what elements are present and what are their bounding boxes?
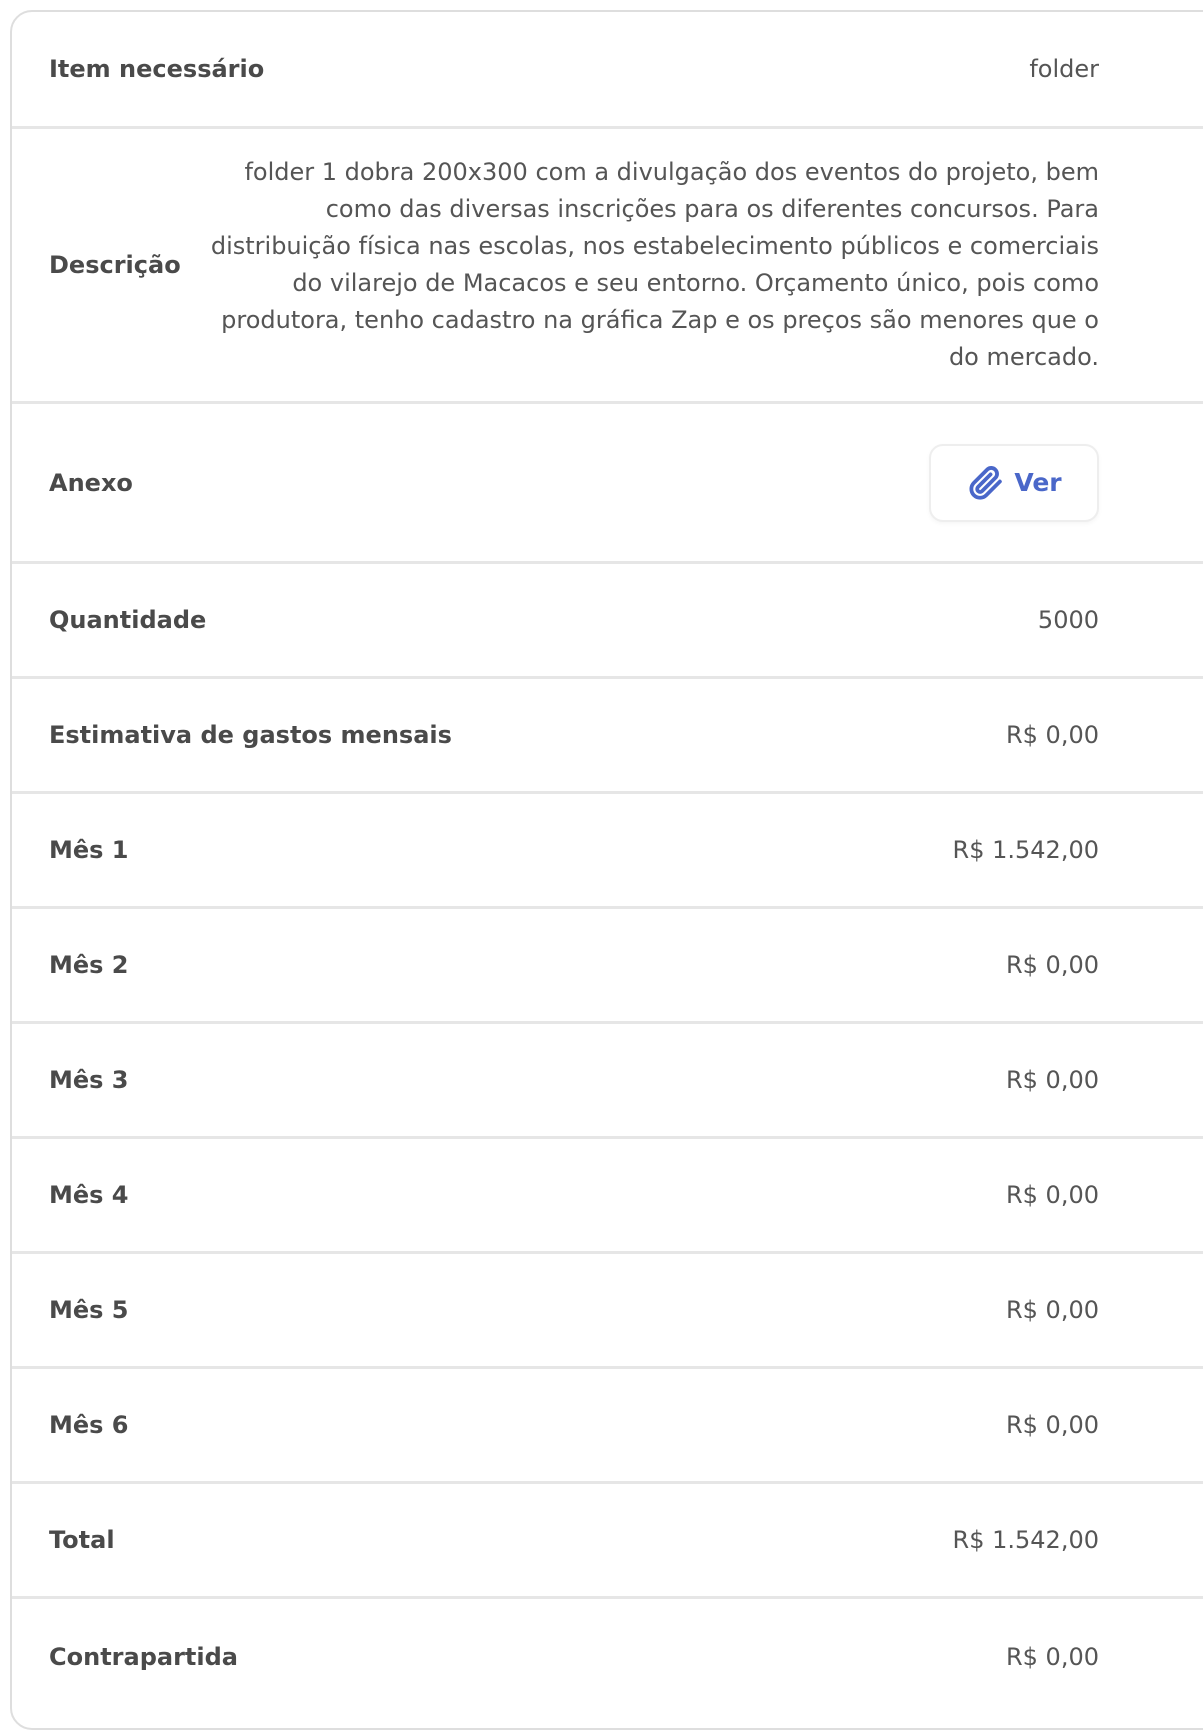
mes6-value: R$ 0,00 <box>1005 1411 1099 1439</box>
item-details-card: Item necessário folder Descrição folder … <box>10 10 1203 1730</box>
descricao-label: Descrição <box>49 251 181 279</box>
mes4-value: R$ 0,00 <box>1005 1181 1099 1209</box>
row-mes-1: Mês 1 R$ 1.542,00 <box>12 794 1203 909</box>
estimativa-label: Estimativa de gastos mensais <box>49 721 452 749</box>
view-attachment-button[interactable]: Ver <box>929 443 1099 522</box>
row-mes-4: Mês 4 R$ 0,00 <box>12 1139 1203 1254</box>
mes5-value: R$ 0,00 <box>1005 1296 1099 1324</box>
row-contrapartida: Contrapartida R$ 0,00 <box>12 1599 1203 1714</box>
row-mes-6: Mês 6 R$ 0,00 <box>12 1369 1203 1484</box>
row-mes-5: Mês 5 R$ 0,00 <box>12 1254 1203 1369</box>
row-mes-3: Mês 3 R$ 0,00 <box>12 1024 1203 1139</box>
descricao-value: folder 1 dobra 200x300 com a divulgação … <box>210 158 1099 371</box>
mes1-value: R$ 1.542,00 <box>952 836 1099 864</box>
estimativa-value: R$ 0,00 <box>1005 721 1099 749</box>
quantidade-label: Quantidade <box>49 606 207 634</box>
anexo-label: Anexo <box>49 468 133 497</box>
view-attachment-label: Ver <box>1014 468 1062 497</box>
mes4-label: Mês 4 <box>49 1181 129 1209</box>
mes3-value: R$ 0,00 <box>1005 1066 1099 1094</box>
mes3-label: Mês 3 <box>49 1066 129 1094</box>
row-item-necessario: Item necessário folder <box>12 12 1203 129</box>
mes2-label: Mês 2 <box>49 951 129 979</box>
paperclip-icon <box>969 465 1003 500</box>
mes6-label: Mês 6 <box>49 1411 129 1439</box>
row-estimativa: Estimativa de gastos mensais R$ 0,00 <box>12 679 1203 794</box>
contrapartida-label: Contrapartida <box>49 1642 238 1671</box>
mes2-value: R$ 0,00 <box>1005 951 1099 979</box>
row-total: Total R$ 1.542,00 <box>12 1484 1203 1599</box>
item-label: Item necessário <box>49 55 265 83</box>
row-anexo: Anexo Ver <box>12 404 1203 564</box>
item-value: folder <box>1029 55 1099 83</box>
row-mes-2: Mês 2 R$ 0,00 <box>12 909 1203 1024</box>
contrapartida-value: R$ 0,00 <box>1005 1642 1099 1671</box>
row-quantidade: Quantidade 5000 <box>12 564 1203 679</box>
quantidade-value: 5000 <box>1037 606 1099 634</box>
total-value: R$ 1.542,00 <box>952 1526 1099 1554</box>
row-descricao: Descrição folder 1 dobra 200x300 com a d… <box>12 129 1203 404</box>
mes1-label: Mês 1 <box>49 836 129 864</box>
mes5-label: Mês 5 <box>49 1296 129 1324</box>
total-label: Total <box>49 1526 115 1554</box>
